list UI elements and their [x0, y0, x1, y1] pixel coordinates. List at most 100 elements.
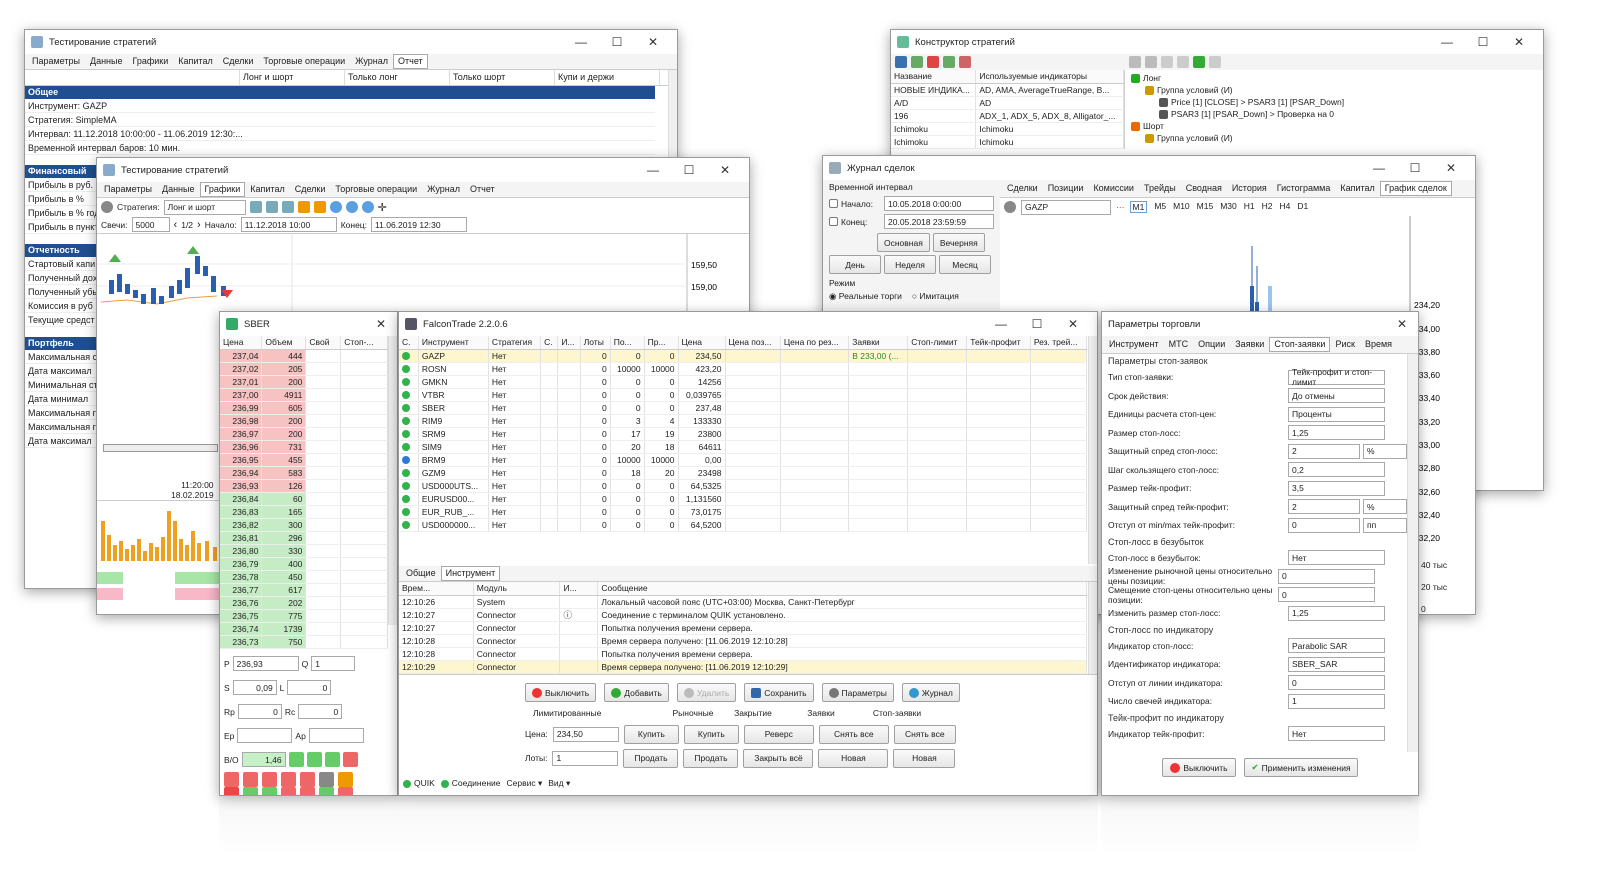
parameter-field[interactable]: 0 [1288, 675, 1385, 691]
ab-icon[interactable] [300, 786, 315, 795]
tab-1[interactable]: Позиции [1043, 181, 1089, 196]
menu-item-3[interactable]: Капитал [245, 182, 289, 197]
view-menu[interactable]: Вид ▾ [548, 778, 570, 789]
close-button[interactable]: ✕ [635, 35, 671, 49]
real-trading-radio[interactable]: ◉ Реальные торги [829, 291, 902, 302]
log-row[interactable]: 12:10:27 Connector ⓘ Соединение с терминало… [399, 608, 1087, 622]
order-book-row[interactable]: 236,96 731 [220, 440, 388, 454]
sell-market-button[interactable]: Продать [683, 748, 739, 768]
delete-button[interactable]: Удалить [676, 683, 737, 702]
tab-3[interactable]: Заявки [1230, 337, 1269, 352]
settings-icon[interactable] [319, 771, 334, 787]
table-row[interactable]: НОВЫЕ ИНДИКА... AD, AMA, AverageTrueRange… [891, 83, 1124, 97]
tab-2[interactable]: Комиссии [1088, 181, 1139, 196]
timeframe-M10[interactable]: M10 [1173, 201, 1190, 213]
menu-item-4[interactable]: Сделки [290, 182, 331, 197]
close-button[interactable]: ✕ [1501, 35, 1537, 49]
simulation-radio[interactable]: ○ Имитация [912, 291, 959, 302]
fb-icon[interactable] [262, 786, 277, 795]
parameter-field[interactable]: 2 [1288, 443, 1360, 459]
gear-icon[interactable] [1004, 201, 1016, 213]
bars-icon[interactable] [313, 201, 326, 213]
tab-6[interactable]: Время [1360, 337, 1397, 352]
minimize-button[interactable]: — [635, 163, 671, 177]
order-book-row[interactable]: 236,98 200 [220, 414, 388, 428]
close-button[interactable]: ✕ [1055, 317, 1091, 331]
order-book-row[interactable]: 236,93 126 [220, 479, 388, 493]
tree-node[interactable]: Группа условий (И) [1131, 132, 1344, 144]
tab-8[interactable]: График сделок [1379, 181, 1452, 196]
close-button[interactable]: ✕ [707, 163, 743, 177]
parameter-field[interactable]: 3,5 [1288, 480, 1385, 496]
spread-field[interactable]: 0,09 [232, 680, 277, 695]
new-stop-button[interactable]: Новая [893, 748, 956, 768]
menu-item-1[interactable]: Данные [157, 182, 200, 197]
strategy-select[interactable]: Лонг и шорт [163, 199, 246, 215]
start-field[interactable]: 10.05.2018 0:00:00 [884, 196, 994, 211]
close-all-button[interactable]: Закрыть всё [743, 748, 814, 768]
close-button[interactable]: ✕ [371, 317, 391, 331]
maximize-button[interactable]: ☐ [599, 35, 635, 49]
buy-market-button[interactable]: Купить [683, 724, 739, 744]
bo-field[interactable]: 1,46 [241, 752, 286, 767]
menu-item-6[interactable]: Журнал [350, 54, 393, 69]
tree-node[interactable]: Price [1] [CLOSE] > PSAR3 [1] [PSAR_Down… [1131, 96, 1344, 108]
unit-select[interactable]: пп [1363, 517, 1407, 533]
minimize-button[interactable]: — [1429, 35, 1465, 49]
buy-limit-button[interactable]: Купить [623, 724, 679, 744]
minimize-button[interactable]: — [563, 35, 599, 49]
buy-icon[interactable] [288, 752, 304, 767]
timeframe-D1[interactable]: D1 [1297, 201, 1308, 213]
tab-3[interactable]: Трейды [1139, 181, 1181, 196]
cancel-all-stops-button[interactable]: Снять все [893, 724, 956, 744]
reverse-button[interactable]: Реверс [743, 724, 814, 744]
save-icon[interactable] [895, 56, 907, 68]
day-button[interactable]: День [829, 255, 881, 274]
order-book-row[interactable]: 236,82 300 [220, 518, 388, 532]
tab-7[interactable]: Капитал [1335, 181, 1379, 196]
instrument-row[interactable]: USD000UTS... Нет 0 0 0 64,5325 [399, 479, 1088, 493]
tree-node[interactable]: Группа условий (И) [1131, 84, 1344, 96]
cancel-all-icon[interactable] [281, 771, 296, 787]
end-field[interactable]: 20.05.2018 23:59:59 [884, 214, 994, 229]
menu-item-4[interactable]: Сделки [218, 54, 259, 69]
parameter-field[interactable]: До отмены [1288, 388, 1385, 404]
timeframe-M15[interactable]: M15 [1197, 201, 1214, 213]
order-book-row[interactable]: 236,76 202 [220, 596, 388, 610]
disable-button[interactable]: Выключить [1162, 758, 1236, 777]
log-row[interactable]: 12:10:28 Connector Попытка получения време… [399, 647, 1087, 661]
next-page-icon[interactable]: › [197, 219, 201, 231]
tab-5[interactable]: Риск [1330, 337, 1359, 352]
order-book-row[interactable]: 237,04 444 [220, 349, 388, 363]
instrument-row[interactable]: GMKN Нет 0 0 0 14256 [399, 375, 1088, 389]
quik-status[interactable]: QUIK [403, 778, 435, 789]
line-icon[interactable] [1209, 56, 1221, 68]
modify-icon[interactable] [300, 771, 315, 787]
instrument-row[interactable]: VTBR Нет 0 0 0 0,039765 [399, 388, 1088, 402]
minimize-button[interactable]: — [1361, 161, 1397, 175]
timeframe-H4[interactable]: H4 [1280, 201, 1291, 213]
parameter-field[interactable]: 0 [1278, 568, 1375, 584]
tree-node[interactable]: Шорт [1131, 120, 1344, 132]
instrument-row[interactable]: GZM9 Нет 0 18 20 23498 [399, 466, 1088, 480]
parameter-field[interactable]: Нет [1288, 550, 1385, 566]
candles-select[interactable]: 5000 [131, 217, 170, 232]
order-book-row[interactable]: 237,02 205 [220, 362, 388, 376]
parameter-field[interactable]: 0 [1288, 517, 1360, 533]
table-row[interactable]: 196 ADX_1, ADX_5, ADX_8, Alligator_... [891, 109, 1124, 123]
add-button[interactable]: Добавить [604, 683, 669, 702]
menu-item-3[interactable]: Капитал [173, 54, 217, 69]
sell-market-icon[interactable] [224, 771, 239, 787]
reload-icon[interactable] [338, 786, 353, 795]
tab-6[interactable]: Гистограмма [1272, 181, 1336, 196]
maximize-button[interactable]: ☐ [671, 163, 707, 177]
tree-node[interactable]: PSAR3 [1] [PSAR_Down] > Проверка на 0 [1131, 108, 1344, 120]
collapse-icon[interactable] [1129, 56, 1141, 68]
condition-icon[interactable] [1177, 56, 1189, 68]
delete-icon[interactable] [927, 56, 939, 68]
line-style-icon[interactable]: ⋯ [1116, 202, 1125, 213]
order-book-row[interactable]: 237,00 4911 [220, 388, 388, 402]
month-button[interactable]: Месяц [939, 255, 991, 274]
parameter-field[interactable]: 1,25 [1288, 425, 1385, 441]
tab-0[interactable]: Инструмент [1104, 337, 1164, 352]
